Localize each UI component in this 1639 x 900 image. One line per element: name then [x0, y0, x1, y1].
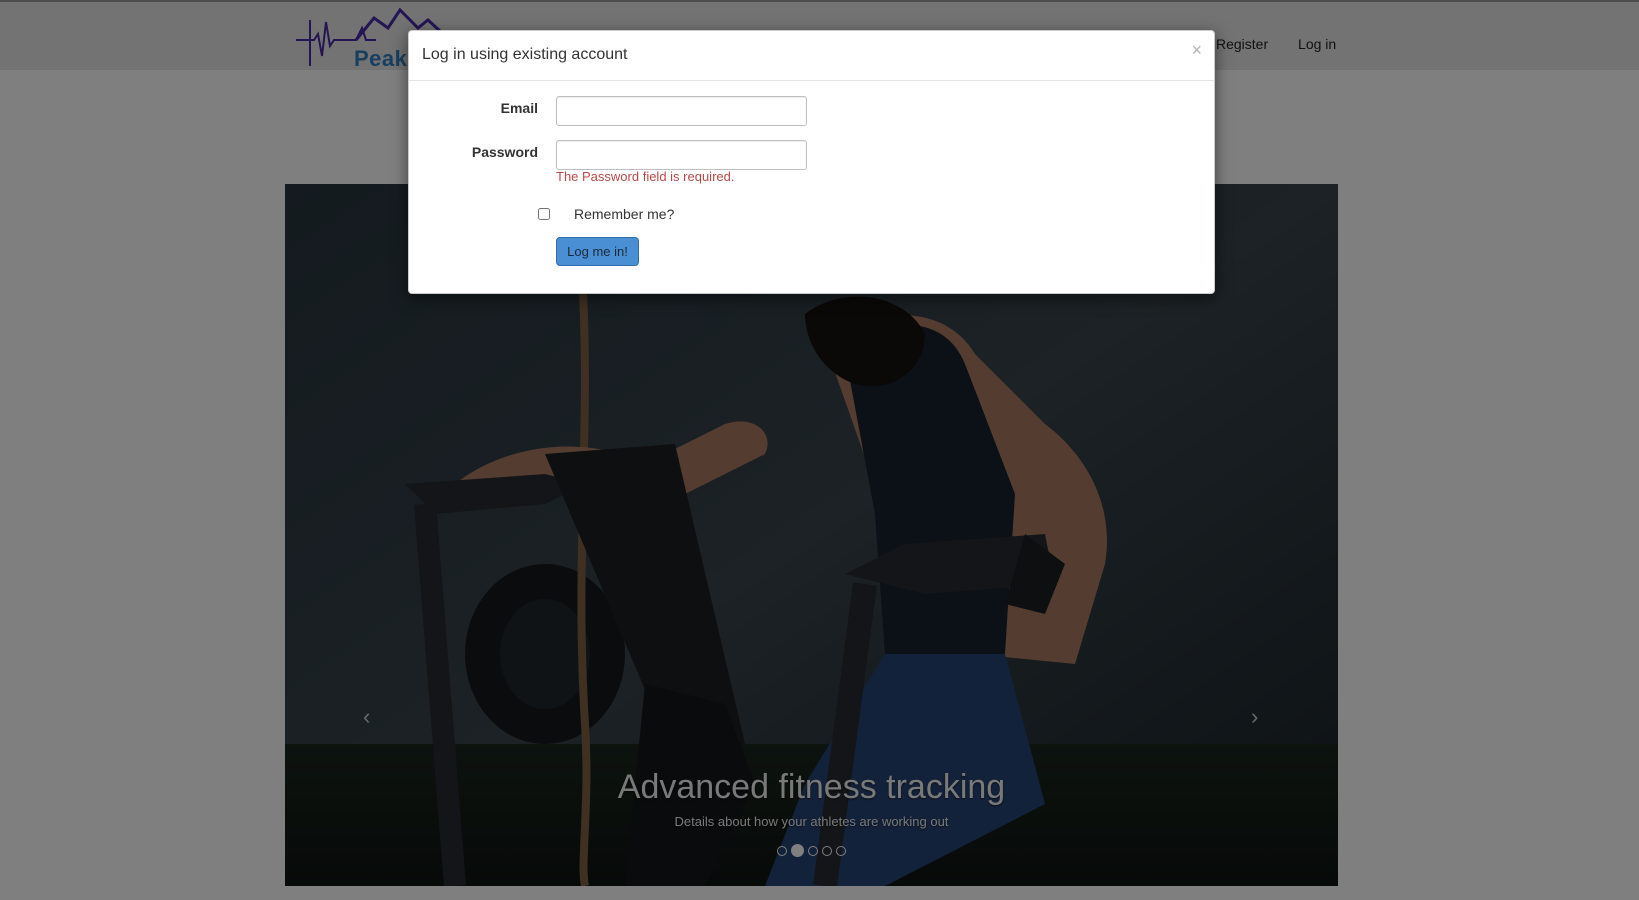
email-label: Email [500, 100, 538, 116]
password-label: Password [471, 144, 538, 160]
email-field[interactable] [556, 96, 807, 126]
modal-header: Log in using existing account × [409, 31, 1214, 81]
remember-me-checkbox[interactable] [538, 208, 550, 220]
password-error-message: The Password field is required. [556, 169, 735, 184]
password-field[interactable] [556, 140, 807, 170]
login-modal: Log in using existing account × Email Pa… [408, 30, 1215, 294]
modal-title: Log in using existing account [422, 46, 628, 63]
login-submit-button[interactable]: Log me in! [556, 237, 639, 266]
close-icon[interactable]: × [1191, 41, 1202, 59]
remember-me-label[interactable]: Remember me? [574, 206, 674, 222]
page: Peak Register Log in [0, 0, 1639, 900]
